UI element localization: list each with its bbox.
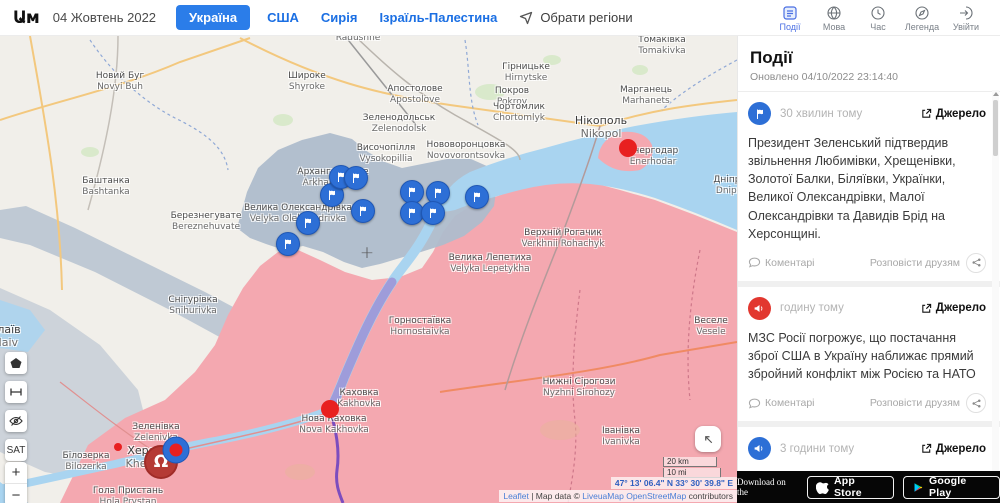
navigation-arrow-icon bbox=[520, 11, 533, 24]
eye-off-icon bbox=[9, 416, 23, 426]
globe-icon bbox=[827, 5, 841, 20]
hide-markers-button[interactable] bbox=[5, 410, 27, 432]
scale-km: 20 km bbox=[663, 457, 717, 467]
nav-login[interactable]: Увійти bbox=[944, 5, 988, 32]
measure-distance-button[interactable] bbox=[5, 381, 27, 403]
sidebar-title: Події bbox=[750, 48, 793, 67]
tab-ukraine[interactable]: Україна bbox=[176, 5, 251, 30]
pan-northwest-button[interactable] bbox=[695, 426, 721, 452]
event-card[interactable]: 30 хвилин тому Джерело Президент Зеленсь… bbox=[738, 92, 1000, 281]
sidebar-header: Події Оновлено 04/10/2022 23:14:40 bbox=[738, 36, 1000, 92]
zoom-out-button[interactable]: − bbox=[5, 484, 27, 503]
sidebar-scrollbar[interactable] bbox=[992, 90, 999, 502]
share-nodes-icon bbox=[971, 399, 981, 408]
nav-legend[interactable]: Легенда bbox=[900, 5, 944, 32]
tab-usa[interactable]: США bbox=[267, 10, 299, 25]
scrollbar-thumb[interactable] bbox=[993, 100, 998, 156]
event-flag-icon bbox=[748, 102, 771, 125]
share-nodes-icon bbox=[971, 258, 981, 267]
sidebar-updated-timestamp: Оновлено 04/10/2022 23:14:40 bbox=[750, 71, 899, 83]
current-date[interactable]: 04 Жовтень 2022 bbox=[53, 10, 156, 25]
google-play-icon bbox=[914, 482, 923, 492]
polygon-icon bbox=[10, 358, 22, 368]
map-attribution: Leaflet | Map data © LiveuaMap OpenStree… bbox=[499, 490, 737, 502]
leaflet-link[interactable]: Leaflet bbox=[503, 491, 529, 501]
download-text: Download on the bbox=[737, 477, 786, 497]
share-button[interactable] bbox=[966, 252, 986, 273]
external-link-icon bbox=[922, 108, 931, 118]
google-play-badge[interactable]: Google Play bbox=[903, 475, 1000, 499]
tab-israel-palestine[interactable]: Ізраїль-Палестина bbox=[379, 10, 497, 25]
event-megaphone-icon bbox=[748, 437, 771, 461]
comment-bubble-icon bbox=[748, 257, 761, 268]
cursor-coordinates: 47° 13' 06.4" N 33° 30' 39.8" E bbox=[610, 477, 737, 489]
event-source-link[interactable]: Джерело bbox=[921, 108, 986, 120]
nav-time[interactable]: Час bbox=[856, 5, 900, 32]
event-text: Президент Зеленський підтвердив звільнен… bbox=[748, 136, 956, 241]
external-link-icon bbox=[922, 303, 931, 313]
event-dot-marker[interactable] bbox=[619, 139, 637, 157]
app-store-badge[interactable]: App Store bbox=[807, 475, 895, 499]
comments-button[interactable]: Коментарі bbox=[748, 256, 870, 269]
zoom-in-button[interactable]: + bbox=[5, 462, 27, 484]
event-card[interactable]: годину тому Джерело МЗС Росії погрожує, … bbox=[738, 286, 1000, 422]
liveuamap-link[interactable]: LiveuaMap bbox=[582, 491, 624, 501]
map-canvas[interactable]: РадушнеRadushneТомаківкаTomakivkaНовий Б… bbox=[0, 36, 737, 503]
top-nav: Події Мова Час Легенда Увійти bbox=[768, 0, 988, 36]
event-time: 30 хвилин тому bbox=[780, 107, 863, 120]
share-label: Розповісти друзям bbox=[869, 256, 960, 269]
osm-link[interactable]: OpenStreetMap bbox=[626, 491, 686, 501]
events-sidebar: Події Оновлено 04/10/2022 23:14:40 30 хв… bbox=[737, 36, 1000, 503]
map-crosshair-icon: + bbox=[359, 243, 375, 263]
select-regions-button[interactable]: Обрати регіони bbox=[518, 10, 633, 26]
zoom-controls: + − bbox=[5, 462, 27, 503]
liberated-town-flag-marker[interactable] bbox=[351, 199, 375, 223]
clock-icon bbox=[871, 5, 885, 20]
event-source-link[interactable]: Джерело bbox=[921, 443, 986, 455]
comment-bubble-icon bbox=[748, 398, 761, 409]
event-source-link[interactable]: Джерело bbox=[921, 302, 986, 314]
event-megaphone-icon bbox=[748, 296, 771, 320]
liberated-town-flag-marker[interactable] bbox=[465, 185, 489, 209]
liveuamap-logo[interactable]: Աм bbox=[13, 8, 40, 28]
liveuamap-app: Աм 04 Жовтень 2022 Україна США Сирія Ізр… bbox=[0, 0, 1000, 503]
liberated-town-flag-marker[interactable] bbox=[276, 232, 300, 256]
event-time: 3 години тому bbox=[780, 442, 855, 455]
event-dot-marker[interactable] bbox=[321, 400, 339, 418]
draw-polygon-button[interactable] bbox=[5, 352, 27, 374]
external-link-icon bbox=[922, 443, 931, 453]
apple-icon bbox=[816, 481, 829, 494]
nav-events[interactable]: Події bbox=[768, 5, 812, 32]
map-zones bbox=[0, 36, 737, 503]
top-bar: Աм 04 Жовтень 2022 Україна США Сирія Ізр… bbox=[0, 0, 1000, 36]
comments-button[interactable]: Коментарі bbox=[748, 397, 870, 410]
list-icon bbox=[783, 5, 797, 20]
arrow-northwest-icon bbox=[705, 436, 713, 444]
liberated-town-flag-marker[interactable] bbox=[421, 201, 445, 225]
app-download-bar: Download on the App Store Google Play bbox=[737, 471, 1000, 503]
share-label: Розповісти друзям bbox=[869, 397, 960, 410]
event-time: годину тому bbox=[780, 302, 844, 315]
compass-icon bbox=[915, 5, 929, 20]
event-dot-marker[interactable] bbox=[114, 443, 122, 451]
ruler-icon bbox=[10, 388, 22, 396]
event-text: МЗС Росії погрожує, що постачання зброї … bbox=[748, 330, 976, 381]
login-icon bbox=[960, 5, 973, 20]
share-button[interactable] bbox=[966, 393, 986, 414]
scroll-up-arrow[interactable] bbox=[992, 92, 999, 96]
liberated-town-flag-marker[interactable] bbox=[344, 166, 368, 190]
strike-marker[interactable] bbox=[162, 436, 190, 464]
tab-syria[interactable]: Сирія bbox=[321, 10, 358, 25]
liberated-town-flag-marker[interactable] bbox=[296, 211, 320, 235]
nav-language[interactable]: Мова bbox=[812, 5, 856, 32]
satellite-toggle-button[interactable]: SAT bbox=[5, 439, 27, 461]
